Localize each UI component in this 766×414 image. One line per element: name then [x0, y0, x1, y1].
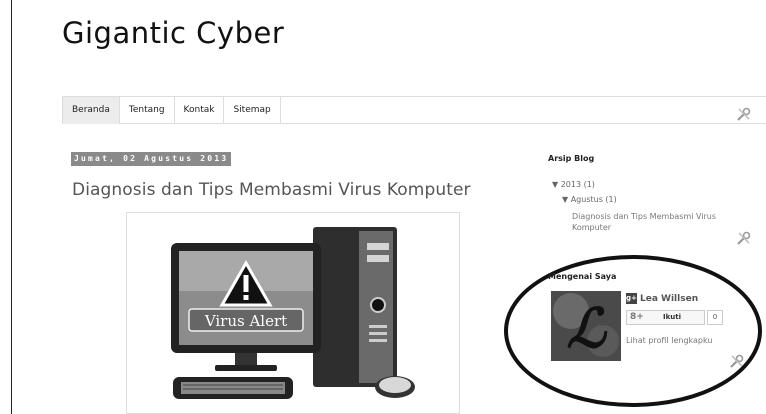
tab-tentang[interactable]: Tentang	[120, 97, 175, 124]
archive-post-link[interactable]: Diagnosis dan Tips Membasmi Virus Komput…	[572, 211, 732, 233]
google-plus-icon: g+	[626, 293, 637, 304]
full-profile-link[interactable]: Lihat profil lengkapku	[626, 336, 712, 345]
monitor: Virus Alert	[171, 243, 321, 371]
edit-wrench-icon[interactable]	[735, 230, 753, 248]
tab-beranda[interactable]: Beranda	[62, 97, 120, 124]
nav-bar: Beranda Tentang Kontak Sitemap	[62, 96, 766, 124]
computer-tower	[313, 227, 397, 387]
archive-widget-title: Arsip Blog	[548, 154, 595, 163]
tab-sitemap[interactable]: Sitemap	[224, 97, 281, 124]
left-border-line	[11, 0, 12, 414]
svg-text:ℒ: ℒ	[567, 296, 608, 360]
virus-alert-label: Virus Alert	[204, 312, 287, 330]
archive-month-item[interactable]: ▼ Agustus (1)	[562, 195, 617, 204]
highlight-ellipse	[504, 255, 762, 407]
tab-kontak[interactable]: Kontak	[175, 97, 225, 124]
follow-count: 0	[707, 310, 723, 325]
post-image: Virus Alert	[126, 212, 460, 414]
keyboard	[173, 377, 293, 399]
google-plus-icon: 8+	[630, 312, 644, 322]
profile-name[interactable]: Lea Willsen	[640, 294, 698, 304]
blog-title[interactable]: Gigantic Cyber	[62, 16, 284, 50]
nav-tabs: Beranda Tentang Kontak Sitemap	[62, 97, 281, 124]
follow-label: Ikuti	[663, 313, 681, 321]
avatar[interactable]: ℒ	[551, 291, 621, 361]
post-date-header: Jumat, 02 Agustus 2013	[71, 152, 232, 166]
edit-wrench-icon[interactable]	[728, 353, 746, 371]
post-title[interactable]: Diagnosis dan Tips Membasmi Virus Komput…	[72, 180, 471, 200]
about-widget-title: Mengenai Saya	[548, 272, 617, 281]
archive-year-item[interactable]: ▼ 2013 (1)	[552, 180, 595, 189]
follow-button[interactable]: 8+ Ikuti	[626, 310, 705, 325]
edit-wrench-icon[interactable]	[735, 106, 753, 124]
